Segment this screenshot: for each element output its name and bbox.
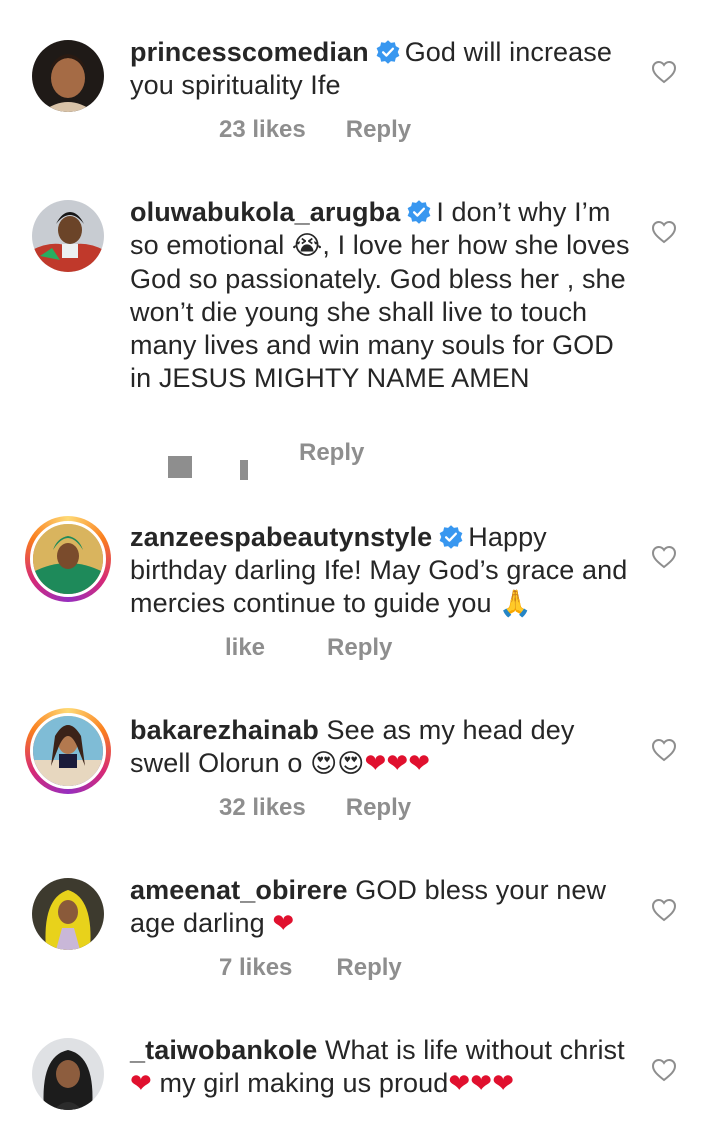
comment-username[interactable]: bakarezhainab: [130, 715, 319, 745]
like-count[interactable]: 7 likes: [219, 954, 292, 981]
comment-username[interactable]: ameenat_obirere: [130, 875, 348, 905]
comment-username[interactable]: _taiwobankole: [130, 1035, 317, 1065]
like-count[interactable]: like: [225, 634, 265, 661]
heart-outline-icon[interactable]: [651, 220, 677, 244]
reply-button[interactable]: Reply: [327, 634, 392, 661]
heart-eyes-emoji: 😍😍: [310, 749, 365, 779]
praying-hands-emoji: 🙏: [499, 589, 532, 619]
red-heart-emoji: ❤: [492, 1069, 515, 1099]
comment-text-continued: my girl making us proud: [151, 1068, 449, 1098]
avatar-image: [30, 713, 106, 789]
avatar-story-ring[interactable]: [25, 516, 111, 602]
avatar[interactable]: [32, 40, 104, 112]
like-count[interactable]: 23 likes: [219, 116, 306, 143]
verified-badge-icon: [376, 40, 400, 64]
comment-item: _taiwobankole What is life without chris…: [0, 1010, 720, 1136]
comment-item: zanzeespabeautynstyle Happy birthday darl…: [0, 500, 720, 690]
comment-username[interactable]: oluwabukola_arugba: [130, 197, 400, 227]
comment-item: oluwabukola_arugba I don’t why I’m so emo…: [0, 160, 720, 500]
like-count[interactable]: 32 likes: [219, 794, 306, 821]
comment-item: ameenat_obirere GOD bless your new age d…: [0, 850, 720, 1010]
comment-item: princesscomedian God will increase you sp…: [0, 0, 720, 160]
heart-outline-icon[interactable]: [651, 1058, 677, 1082]
avatar[interactable]: [32, 878, 104, 950]
reply-button[interactable]: Reply: [346, 116, 411, 143]
red-heart-emoji: ❤: [130, 1069, 152, 1099]
heart-outline-icon[interactable]: [651, 738, 677, 762]
comment-item: bakarezhainab See as my head dey swell O…: [0, 690, 720, 850]
comment-username[interactable]: princesscomedian: [130, 37, 369, 67]
crying-emoji: 😭: [291, 231, 323, 261]
comment-text: What is life without christ: [324, 1035, 625, 1065]
avatar-image: [30, 521, 106, 597]
reply-button[interactable]: Reply: [299, 439, 364, 466]
avatar[interactable]: [32, 1038, 104, 1110]
avatar[interactable]: [32, 200, 104, 272]
avatar-image: [32, 878, 104, 950]
heart-outline-icon[interactable]: [651, 545, 677, 569]
avatar-image: [32, 200, 104, 272]
reply-button[interactable]: Reply: [346, 794, 411, 821]
comment-username[interactable]: zanzeespabeautynstyle: [130, 522, 432, 552]
heart-outline-icon[interactable]: [651, 60, 677, 84]
verified-badge-icon: [439, 525, 463, 549]
redaction-block: [168, 456, 192, 478]
red-heart-emoji: ❤❤: [448, 1069, 493, 1099]
red-heart-emoji: ❤: [272, 909, 295, 939]
verified-badge-icon: [407, 200, 431, 224]
redaction-mark: [240, 460, 248, 480]
avatar-image: [32, 40, 104, 112]
avatar-image: [32, 1038, 104, 1110]
heart-outline-icon[interactable]: [651, 898, 677, 922]
red-heart-emoji: ❤❤❤: [364, 749, 431, 779]
reply-button[interactable]: Reply: [336, 954, 401, 981]
avatar-story-ring[interactable]: [25, 708, 111, 794]
